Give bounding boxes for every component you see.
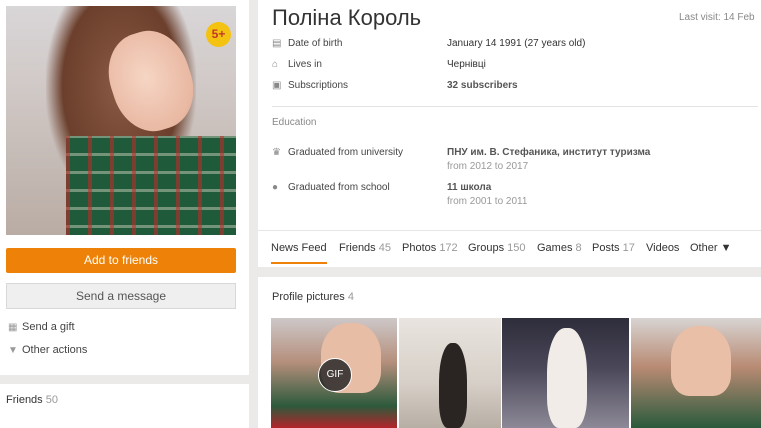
lives-value[interactable]: Чернівці	[447, 59, 486, 70]
dob-value: January 14 1991 (27 years old)	[447, 38, 586, 49]
education-section-label: Education	[272, 117, 317, 128]
university-label: Graduated from university	[288, 147, 404, 158]
friends-panel-title[interactable]: Friends 50	[6, 394, 58, 406]
add-to-friends-button[interactable]: Add to friends	[6, 248, 236, 273]
profile-info-card: Поліна Король Last visit: 14 Feb ▤ Date …	[258, 0, 761, 267]
friends-panel-count: 50	[45, 394, 58, 406]
triangle-down-icon: ▼	[8, 345, 18, 356]
tab-friends[interactable]: Friends 45	[339, 242, 391, 254]
profile-pictures-card: Profile pictures 4 GIF	[258, 277, 761, 428]
tab-photos[interactable]: Photos 172	[402, 242, 458, 254]
school-label: Graduated from school	[288, 182, 390, 193]
subscriptions-value[interactable]: 32 subscribers	[447, 80, 518, 91]
tab-news-feed[interactable]: News Feed	[271, 242, 327, 264]
other-actions-label: Other actions	[22, 344, 88, 356]
profile-pictures-count: 4	[347, 291, 354, 303]
university-years: from 2012 to 2017	[447, 161, 529, 172]
school-years: from 2001 to 2011	[447, 196, 528, 207]
friends-panel-label: Friends	[6, 394, 43, 406]
profile-avatar[interactable]: 5+	[6, 6, 236, 235]
subscriptions-row: ▣ Subscriptions 32 subscribers	[272, 80, 752, 94]
school-row: ● Graduated from school 11 школа	[272, 182, 752, 196]
section-divider	[272, 106, 758, 107]
profile-picture-thumb[interactable]	[502, 318, 629, 428]
lives-label: Lives in	[288, 59, 322, 70]
send-gift-link[interactable]: ▦ Send a gift	[8, 321, 75, 333]
profile-pictures-title[interactable]: Profile pictures 4	[272, 291, 354, 303]
tab-posts[interactable]: Posts 17	[592, 242, 635, 254]
profile-picture-thumb[interactable]	[399, 318, 501, 428]
tab-games[interactable]: Games 8	[537, 242, 582, 254]
location-icon: ⌂	[272, 59, 279, 70]
age-rating-badge: 5+	[206, 22, 231, 47]
profile-name: Поліна Король	[272, 5, 422, 30]
tab-videos[interactable]: Videos	[646, 242, 679, 254]
last-visit: Last visit: 14 Feb	[679, 12, 755, 23]
university-row: ♛ Graduated from university ПНУ им. В. С…	[272, 147, 752, 161]
profile-sidebar: 5+ Add to friends Send a message ▦ Send a…	[0, 0, 249, 375]
gift-icon: ▦	[8, 322, 18, 333]
tab-other[interactable]: Other ▼	[690, 242, 731, 254]
subscriptions-label: Subscriptions	[288, 80, 349, 91]
calendar-icon: ▤	[272, 38, 282, 49]
gif-badge: GIF	[318, 358, 352, 392]
other-actions-link[interactable]: ▼ Other actions	[8, 344, 87, 356]
dob-row: ▤ Date of birth January 14 1991 (27 year…	[272, 38, 752, 52]
friends-panel: Friends 50	[0, 384, 249, 428]
profile-pictures-label: Profile pictures	[272, 291, 345, 303]
send-gift-label: Send a gift	[22, 321, 75, 333]
tab-groups[interactable]: Groups 150	[468, 242, 526, 254]
school-value[interactable]: 11 школа	[447, 182, 491, 193]
send-message-button[interactable]: Send a message	[6, 283, 236, 309]
graduation-cap-icon: ♛	[272, 147, 281, 158]
profile-picture-thumb[interactable]: GIF	[271, 318, 397, 428]
profile-picture-thumb[interactable]	[631, 318, 761, 428]
university-value[interactable]: ПНУ им. В. Стефаника, институт туризма	[447, 147, 650, 158]
profile-tabs: News Feed Friends 45 Photos 172 Groups 1…	[258, 230, 761, 268]
school-icon: ●	[272, 182, 279, 193]
subscriptions-icon: ▣	[272, 80, 282, 91]
lives-row: ⌂ Lives in Чернівці	[272, 59, 752, 73]
dob-label: Date of birth	[288, 38, 343, 49]
